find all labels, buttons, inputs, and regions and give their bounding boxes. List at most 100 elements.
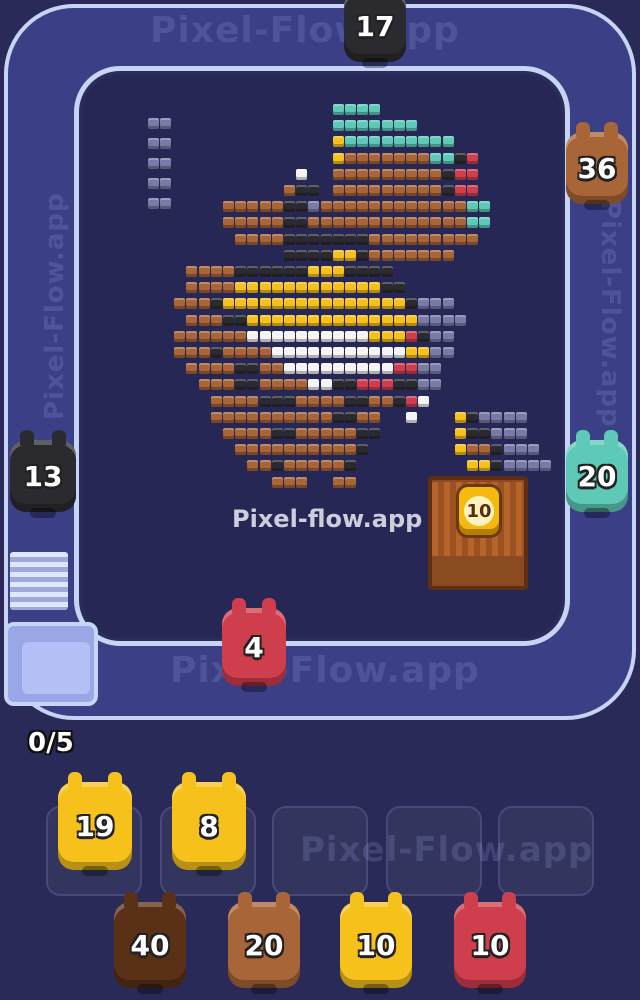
pixel-block (357, 314, 369, 326)
pixel-block (357, 444, 369, 456)
pixel-block (320, 298, 332, 310)
pixel-block (381, 298, 393, 310)
shooter-left-count: 13 (23, 459, 63, 493)
pixel-block (259, 330, 271, 342)
pixel-block (186, 330, 198, 342)
feet-icon (30, 508, 56, 518)
pixel-block (357, 395, 369, 407)
pixel-block (308, 395, 320, 407)
queue-4-count: 10 (470, 928, 510, 962)
pixel-block (320, 363, 332, 375)
pixel-block (369, 314, 381, 326)
pixel-block (259, 201, 271, 213)
queue-shooter-4[interactable]: 10 (454, 892, 526, 994)
pixel-block (259, 314, 271, 326)
pixel-block (393, 233, 405, 245)
pixel-block (467, 444, 478, 456)
pixel-block (284, 233, 295, 245)
pixel-block (332, 152, 344, 164)
queue-shooter-3[interactable]: 10 (340, 892, 412, 994)
pixel-block (210, 282, 222, 294)
pixel-block (148, 178, 159, 189)
slot-2-shooter[interactable]: 8 (172, 772, 246, 876)
pixel-block (320, 395, 332, 407)
pixel-block (210, 314, 222, 326)
pixel-block (357, 152, 369, 164)
queue-shooter-1[interactable]: 40 (114, 892, 186, 994)
entry-stairs (10, 552, 68, 610)
pixel-block (296, 266, 308, 277)
pixel-block (345, 379, 356, 391)
pixel-block (381, 330, 393, 342)
pixel-block (332, 217, 344, 229)
pixel-block (174, 298, 186, 310)
pixel-block (296, 282, 308, 294)
pixel-block (369, 136, 381, 148)
pixel-block (223, 201, 234, 213)
pixel-block (467, 460, 478, 472)
shooter-right-top[interactable]: 36 (566, 122, 628, 210)
pixel-block (320, 379, 332, 391)
pixel-block (332, 476, 344, 488)
ear-icon (464, 892, 478, 908)
pixel-block (418, 330, 430, 342)
pixel-block (235, 233, 247, 245)
pixel-block (393, 363, 405, 375)
pixel-block (284, 363, 295, 375)
pixel-block (271, 282, 283, 294)
pixel-block (247, 298, 259, 310)
pixel-block (430, 168, 442, 180)
pixel-block (442, 298, 454, 310)
pixel-block (259, 395, 271, 407)
shooter-top[interactable]: 17 (344, 0, 406, 68)
pixel-block (259, 379, 271, 391)
pixel-block (284, 347, 295, 358)
pixel-block (381, 395, 393, 407)
pixel-block (235, 266, 247, 277)
slot-1-shooter[interactable]: 19 (58, 772, 132, 876)
pixel-block (430, 201, 442, 213)
ear-icon (162, 892, 176, 908)
pixel-block (332, 120, 344, 132)
pixel-block (357, 379, 369, 391)
pixel-block (454, 217, 466, 229)
pixel-block (418, 395, 430, 407)
pixel-block (430, 185, 442, 196)
pixel-block (442, 249, 454, 261)
pixel-block (381, 217, 393, 229)
pixel-block (259, 428, 271, 439)
pixel-block (515, 411, 527, 423)
pixel-block (345, 249, 356, 261)
pixel-block (357, 120, 369, 132)
pixel-block (369, 347, 381, 358)
pixel-block (515, 428, 527, 439)
pixel-block (247, 233, 259, 245)
pixel-block (418, 379, 430, 391)
pixel-block (271, 476, 283, 488)
pixel-block (332, 347, 344, 358)
pixel-block (198, 330, 210, 342)
pixel-block (332, 379, 344, 391)
pixel-block (148, 158, 159, 169)
pixel-block (210, 363, 222, 375)
pixel-block (247, 395, 259, 407)
ear-icon (238, 892, 252, 908)
pixel-block (357, 282, 369, 294)
pixel-block (345, 460, 356, 472)
pixel-block (271, 330, 283, 342)
slot-2-count: 8 (199, 809, 219, 843)
pixel-block (296, 298, 308, 310)
pixel-block (442, 314, 454, 326)
pixel-block (357, 298, 369, 310)
ear-icon (576, 122, 590, 138)
pixel-block (369, 266, 381, 277)
shooter-left[interactable]: 13 (10, 430, 76, 518)
pixel-block (332, 411, 344, 423)
pixel-block (186, 347, 198, 358)
queue-shooter-2[interactable]: 20 (228, 892, 300, 994)
shooter-bottom[interactable]: 4 (222, 598, 286, 692)
pixel-block (148, 118, 159, 129)
shooter-right-mid[interactable]: 20 (566, 430, 628, 518)
pixel-block (210, 266, 222, 277)
pixel-block (271, 233, 283, 245)
